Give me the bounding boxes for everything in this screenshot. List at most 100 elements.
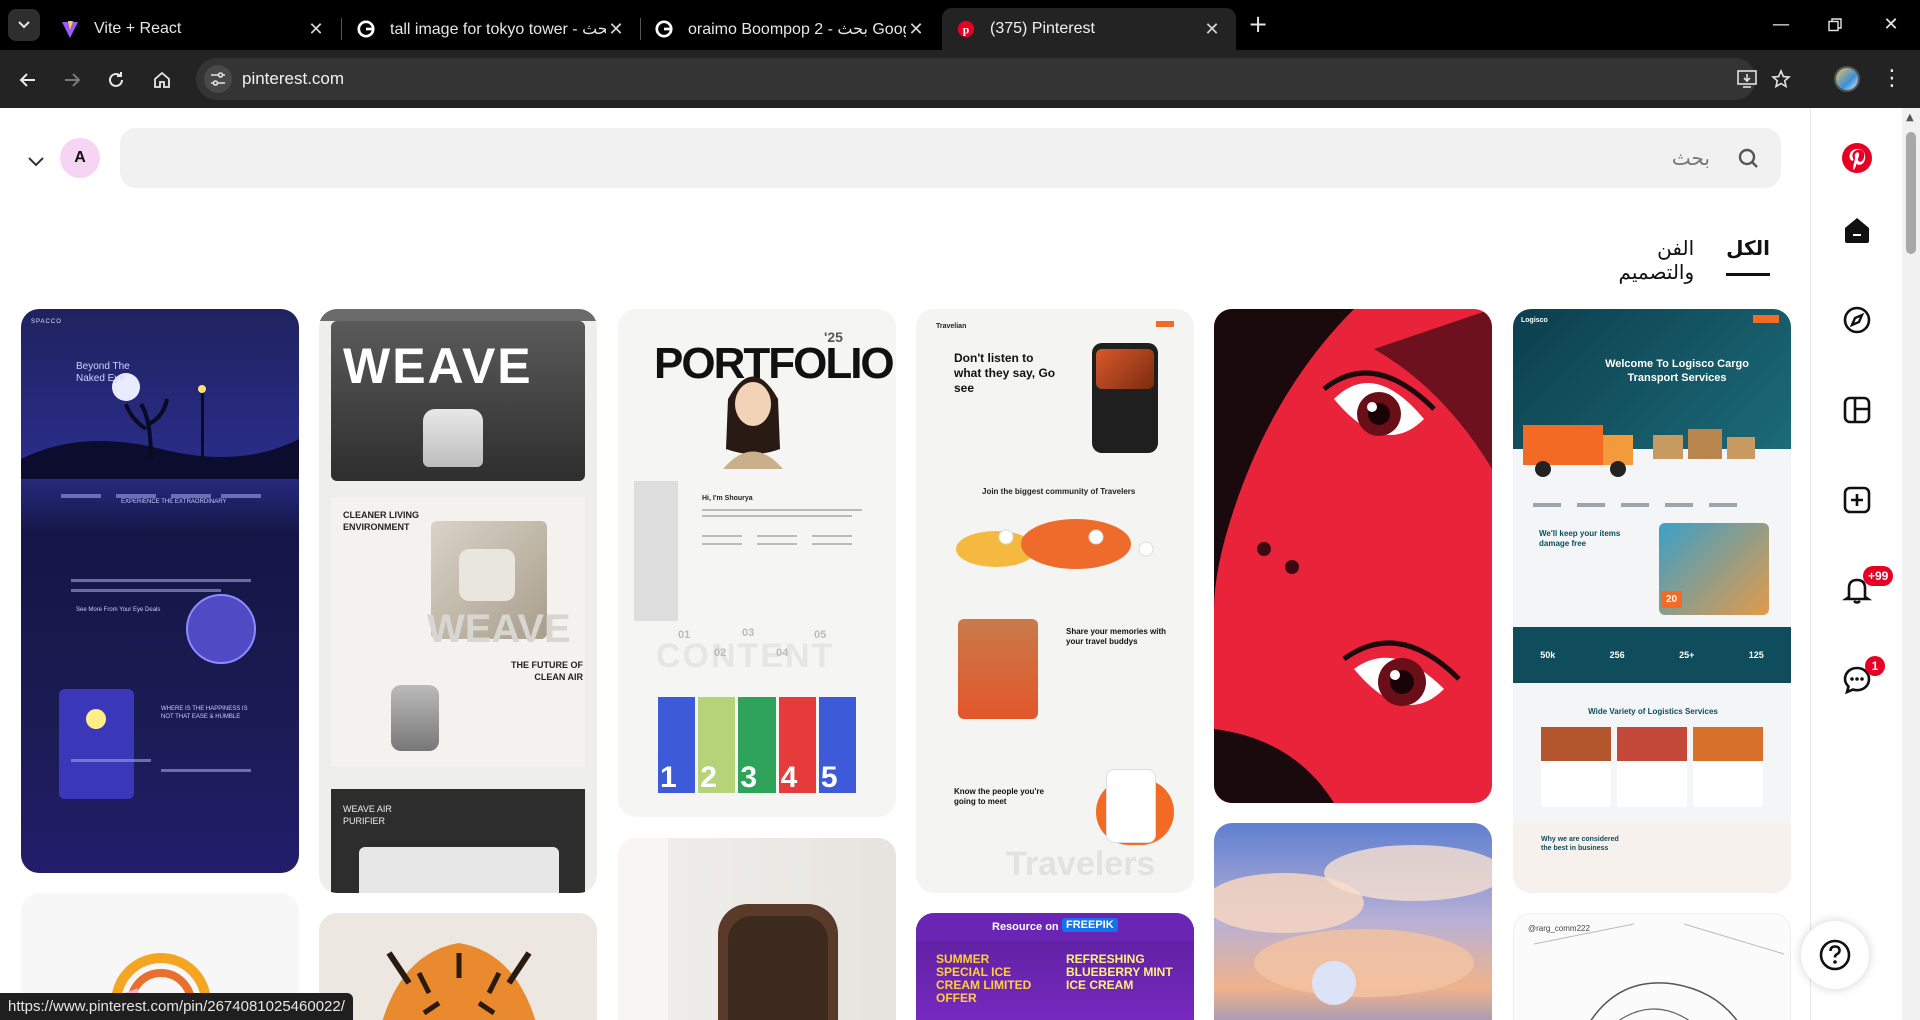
portfolio-digit-3: 3	[740, 761, 758, 794]
close-icon[interactable]: ✕	[606, 19, 626, 40]
google-logo-icon	[654, 19, 674, 39]
tab-google-oraimo[interactable]: oraimo Boompop 2 - بحث Goog ✕	[640, 8, 940, 50]
restore-window-icon[interactable]	[1820, 10, 1850, 40]
close-icon[interactable]: ✕	[1202, 19, 1222, 40]
logisco-brand: Logisco	[1521, 317, 1548, 324]
portfolio-number-01: 01	[678, 629, 691, 641]
tab-google-tokyo[interactable]: tall image for tokyo tower - بحث ✕	[342, 8, 640, 50]
pin-anime-eyes[interactable]	[1214, 309, 1492, 803]
logisco-cta	[1753, 315, 1779, 323]
filter-all[interactable]: الكل	[1726, 236, 1770, 276]
home-button[interactable]	[146, 64, 178, 96]
tab-title: (375) Pinterest	[990, 20, 1095, 37]
new-tab-button[interactable]: +	[1244, 10, 1272, 38]
weave-section1: CLEANER LIVING ENVIRONMENT	[343, 510, 420, 532]
svg-text:p: p	[963, 24, 970, 37]
browser-profile-avatar[interactable]	[1834, 66, 1860, 92]
messages-icon[interactable]: 1	[1835, 656, 1885, 702]
browser-menu-icon[interactable]: ⋮	[1880, 64, 1904, 96]
pin-sky-clouds[interactable]	[1214, 823, 1492, 1020]
notifications-bell-icon[interactable]: +99	[1835, 566, 1894, 612]
messages-badge: 1	[1865, 656, 1885, 676]
search-bar[interactable]	[120, 128, 1781, 188]
close-window-icon[interactable]: ✕	[1876, 10, 1906, 40]
logisco-section2: Wide Variety of Logistics Services	[1588, 707, 1718, 716]
back-button[interactable]	[12, 64, 44, 96]
freepik-label: Resource on	[992, 921, 1059, 933]
freepik-left-promo: SUMMER SPECIAL ICE CREAM LIMITED OFFER	[936, 952, 1032, 1005]
curtain-image	[618, 838, 668, 1020]
search-input[interactable]	[140, 128, 1710, 188]
google-logo-icon	[356, 19, 376, 39]
pin-wooden-cabinet[interactable]	[618, 838, 896, 1020]
travel-brand: Travelian	[936, 323, 967, 330]
filter-tabs: الكل الفن والتصميم	[1580, 236, 1770, 284]
install-app-icon[interactable]	[1736, 68, 1758, 90]
browser-tab-bar: Vite + React ✕ tall image for tokyo towe…	[0, 0, 1920, 50]
close-icon[interactable]: ✕	[906, 19, 926, 40]
help-button[interactable]	[1801, 921, 1869, 989]
reload-button[interactable]	[100, 64, 132, 96]
travel-community: Join the biggest community of Travelers	[982, 487, 1136, 496]
forward-button[interactable]	[56, 64, 88, 96]
account-chevron-down-icon[interactable]	[22, 148, 50, 176]
logisco-stat: 256	[1609, 650, 1625, 660]
spacco-artwork	[21, 373, 299, 799]
cabinet-glass	[728, 916, 828, 1020]
weave-purifier-image	[423, 409, 483, 467]
pin-portfolio[interactable]: PORTFOLIO '25 Hi, I'm Shourya CONTENT 01…	[618, 309, 896, 817]
site-info-icon[interactable]	[204, 65, 232, 93]
pin-pencil-sketch[interactable]: @rarg_comm222	[1513, 913, 1791, 1020]
search-icon	[1738, 148, 1758, 168]
pinterest-logo-icon[interactable]	[1835, 136, 1879, 180]
home-icon[interactable]	[1835, 208, 1879, 252]
portfolio-block-4: 4	[778, 697, 816, 794]
avatar[interactable]: A	[60, 138, 100, 178]
pin-freepik-ice-cream[interactable]: Resource on FREEPIK SUMMER SPECIAL ICE C…	[916, 913, 1194, 1020]
logisco-headline: Welcome To Logisco Cargo Transport Servi…	[1605, 358, 1749, 384]
pin-spacco-website[interactable]: SPACCO Beyond The Naked Eye EXPERIENCE T…	[21, 309, 299, 873]
create-pin-icon[interactable]	[1835, 478, 1879, 522]
tab-title: oraimo Boompop 2 - بحث Goog	[688, 21, 906, 38]
filter-art-design[interactable]: الفن والتصميم	[1580, 236, 1695, 284]
bookmark-star-icon[interactable]	[1770, 68, 1792, 90]
spacco-section: EXPERIENCE THE EXTRAORDINARY	[121, 499, 227, 505]
travel-cta	[1156, 321, 1174, 327]
portfolio-digit-4: 4	[780, 761, 798, 794]
portfolio-digit-2: 2	[700, 761, 717, 794]
arrow-right-icon	[65, 73, 81, 87]
logisco-bottom	[1513, 823, 1791, 893]
minimize-window-icon[interactable]: —	[1766, 10, 1796, 40]
browser-toolbar: pinterest.com ⋮	[0, 50, 1920, 108]
weave-section2: THE FUTURE OF CLEAN AIR	[511, 660, 583, 682]
tab-vite[interactable]: Vite + React ✕	[46, 8, 340, 50]
travel-meet: Know the people you're going to meet	[954, 787, 1044, 806]
pin-weave-air-purifier[interactable]: WEAVE CLEANER LIVING ENVIRONMENT WEAVE T…	[319, 309, 597, 893]
page-scrollbar[interactable]: ▲	[1902, 108, 1920, 1020]
boards-icon[interactable]	[1835, 388, 1879, 432]
pinterest-logo-icon: p	[956, 19, 976, 39]
address-bar[interactable]: pinterest.com	[196, 58, 1791, 100]
travel-phone-2	[1106, 769, 1156, 843]
pin-tiger-sketch[interactable]	[319, 913, 597, 1020]
travel-photo	[958, 619, 1038, 719]
tab-search-button[interactable]	[8, 9, 40, 41]
portfolio-number-03: 03	[742, 627, 755, 639]
portfolio-illustration	[723, 376, 783, 469]
scrollbar-thumb[interactable]	[1906, 132, 1916, 254]
portfolio-number-02: 02	[714, 647, 727, 659]
logisco-service-card	[1541, 727, 1611, 807]
close-icon[interactable]: ✕	[306, 19, 326, 40]
pin-travel-app[interactable]: Travelian Don't listen to what they say,…	[916, 309, 1194, 893]
tab-pinterest[interactable]: p (375) Pinterest ✕	[942, 8, 1236, 50]
notifications-badge: +99	[1863, 566, 1894, 586]
weave-top-bar	[319, 309, 597, 321]
logisco-badge: 20	[1661, 591, 1683, 608]
explore-compass-icon[interactable]	[1835, 298, 1879, 342]
scroll-up-arrow-icon[interactable]: ▲	[1906, 112, 1914, 123]
status-bar-url: https://www.pinterest.com/pin/2674081025…	[0, 993, 353, 1020]
sketch-caption: @rarg_comm222	[1528, 924, 1590, 933]
portfolio-block-2: 2	[698, 697, 736, 794]
spacco-line2: See More From Your Eye Deals	[76, 607, 161, 613]
pin-logisco-cargo[interactable]: Logisco Welcome To Logisco Cargo Transpo…	[1513, 309, 1791, 893]
